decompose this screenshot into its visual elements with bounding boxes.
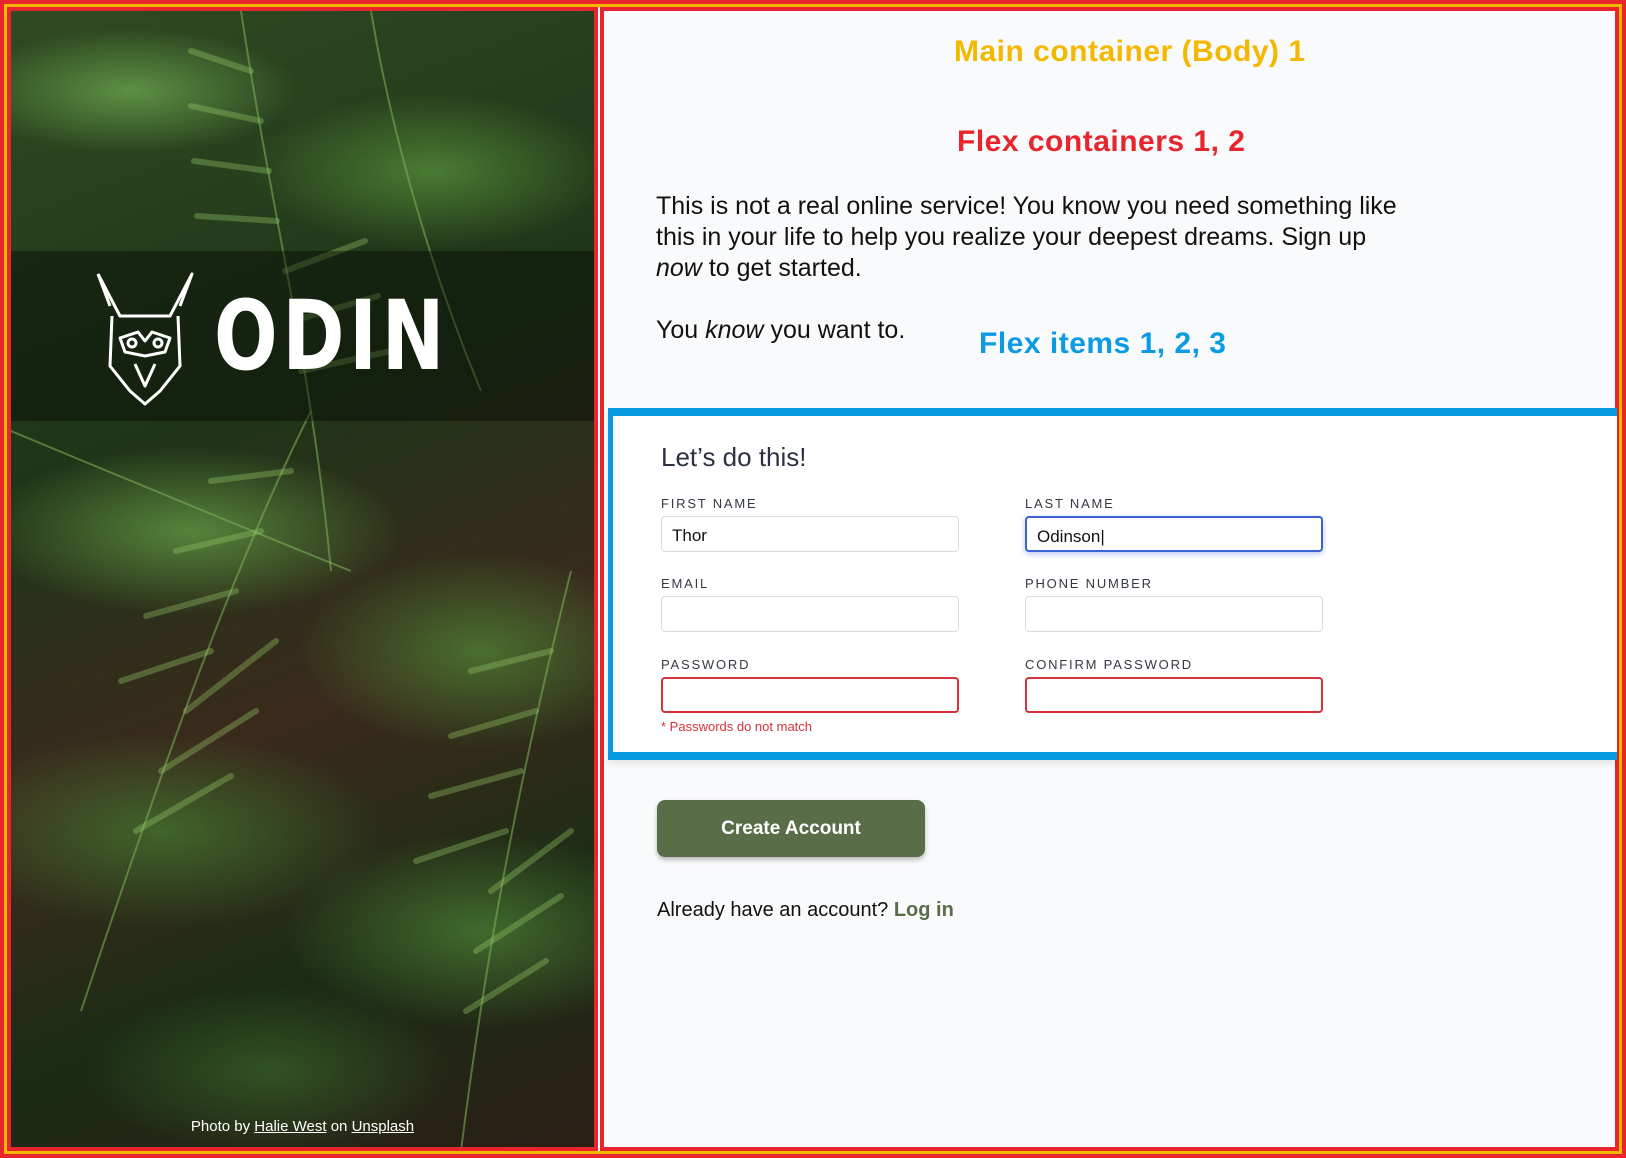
password-input[interactable] — [661, 677, 959, 713]
photo-credit: Photo by Halie West on Unsplash — [11, 1118, 594, 1135]
credit-author-link[interactable]: Halie West — [254, 1118, 326, 1135]
password-label: Password — [661, 657, 751, 672]
email-label: Email — [661, 576, 710, 591]
intro-paragraph-1: This is not a real online service! You k… — [656, 192, 1397, 282]
confirm-password-input[interactable] — [1025, 677, 1323, 713]
first-name-field: First Name Thor — [661, 496, 959, 552]
first-name-input[interactable]: Thor — [661, 516, 959, 552]
password-field: Password — [661, 657, 959, 713]
first-name-label: First Name — [661, 496, 758, 511]
hero-image-panel: ODIN Photo by Halie West on Unsplash — [7, 7, 598, 1151]
phone-input[interactable] — [1025, 596, 1323, 632]
phone-label: Phone Number — [1025, 576, 1153, 591]
annotation-flex-containers: Flex containers 1, 2 — [957, 125, 1246, 158]
signup-form: Let’s do this! First Name Thor Last Name… — [608, 408, 1617, 760]
annotation-flex-items: Flex items 1, 2, 3 — [979, 327, 1227, 360]
logo-wordmark: ODIN — [213, 280, 449, 392]
form-title: Let’s do this! — [661, 442, 807, 472]
last-name-field: Last Name Odinson| — [1025, 496, 1323, 552]
confirm-password-label: Confirm Password — [1025, 657, 1193, 672]
phone-field: Phone Number — [1025, 576, 1323, 632]
login-link[interactable]: Log in — [894, 899, 954, 921]
annotation-body: Main container (Body) 1 — [954, 35, 1306, 68]
viking-helmet-icon — [96, 272, 194, 406]
intro-text: This is not a real online service! You k… — [656, 191, 1416, 346]
credit-on: on — [330, 1118, 348, 1135]
login-prompt: Already have an account? Log in — [657, 899, 954, 922]
create-account-button[interactable]: Create Account — [657, 800, 925, 857]
last-name-input[interactable]: Odinson| — [1025, 516, 1323, 552]
last-name-label: Last Name — [1025, 496, 1115, 511]
credit-site-link[interactable]: Unsplash — [352, 1118, 415, 1135]
email-field: Email — [661, 576, 959, 632]
email-input[interactable] — [661, 596, 959, 632]
logo-band: ODIN — [11, 251, 594, 421]
fern-background-illustration — [11, 11, 574, 1147]
login-prompt-text: Already have an account? — [657, 899, 889, 921]
confirm-password-field: Confirm Password — [1025, 657, 1323, 713]
credit-prefix: Photo by — [190, 1118, 251, 1135]
signup-panel: Main container (Body) 1 Flex containers … — [600, 7, 1619, 1151]
password-error-message: * Passwords do not match — [661, 719, 813, 734]
